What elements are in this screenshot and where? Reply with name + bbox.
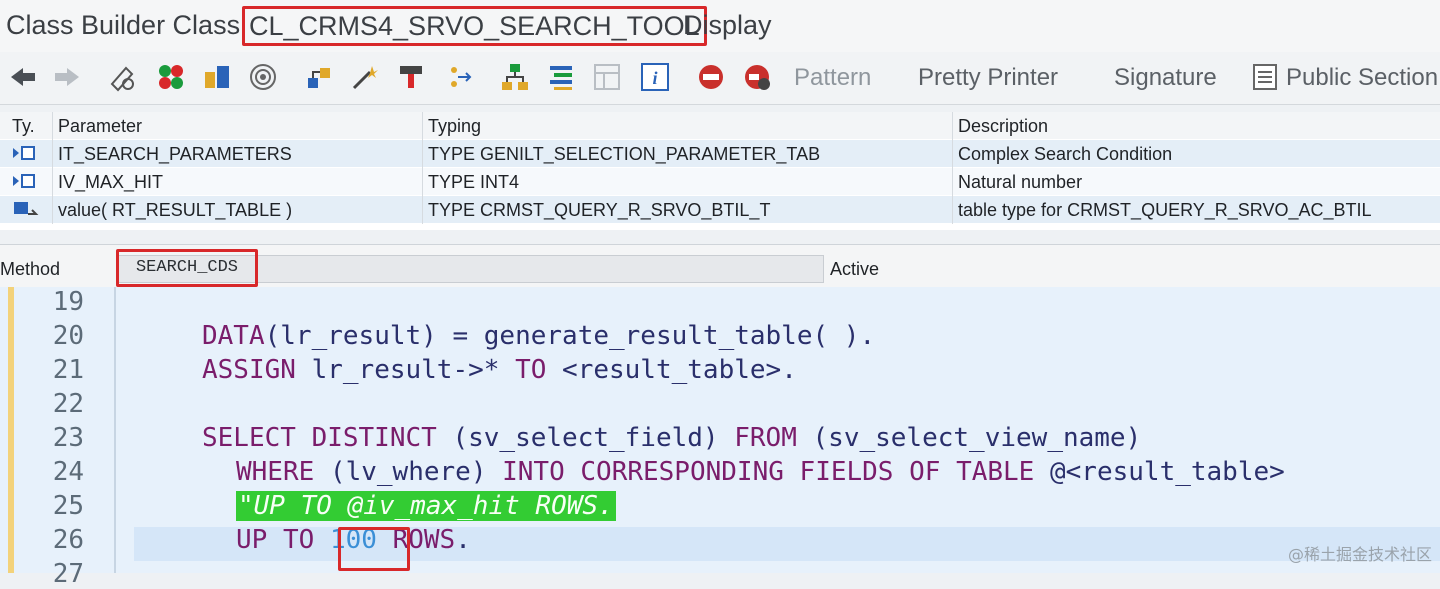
forward-arrow-icon[interactable] [52, 62, 82, 92]
line-number: 23 [52, 423, 84, 453]
method-bar: Method SEARCH_CDS Active [0, 244, 1440, 287]
header-parameter: Parameter [58, 116, 143, 136]
code-line-21: ASSIGN lr_result->* TO <result_table>. [202, 355, 797, 385]
parameter-table: Ty. Parameter Typing Description IT_SEAR… [0, 112, 1440, 230]
code-text: (sv_select_view_name) [796, 423, 1142, 453]
pattern-button[interactable]: Pattern [794, 64, 871, 92]
parameter-name: value( RT_RESULT_TABLE ) [58, 200, 293, 220]
watermark: @稀土掘金技术社区 [1287, 545, 1432, 564]
title-mode: Display [683, 10, 772, 40]
table-row[interactable]: value( RT_RESULT_TABLE ) TYPE CRMST_QUER… [0, 196, 1440, 223]
code-keyword: FROM [734, 423, 797, 453]
header-description: Description [958, 116, 1049, 136]
code-line-24: WHERE (lv_where) INTO CORRESPONDING FIEL… [236, 457, 1285, 487]
returning-icon [12, 200, 40, 218]
code-text: (sv_select_field) [436, 423, 735, 453]
gutter-divider [114, 287, 116, 573]
header-typing: Typing [428, 116, 482, 136]
code-text: (lv_where) [314, 457, 503, 487]
hierarchy-icon[interactable] [500, 62, 530, 92]
title-prefix: Class Builder Class [6, 10, 241, 40]
parameter-typing: TYPE CRMST_QUERY_R_SRVO_BTIL_T [428, 200, 771, 220]
local-types-icon[interactable] [546, 62, 576, 92]
code-keyword: WHERE [236, 457, 315, 487]
parameter-description: table type for CRMST_QUERY_R_SRVO_AC_BTI… [958, 200, 1372, 220]
layout-icon[interactable] [592, 62, 622, 92]
parameter-name: IV_MAX_HIT [58, 172, 164, 192]
code-keyword: SELECT DISTINCT [202, 423, 437, 453]
method-label: Method [0, 259, 61, 279]
code-text: lr_result->* [295, 355, 516, 385]
line-number: 27 [52, 559, 84, 589]
session-breakpoint-icon[interactable] [742, 62, 772, 92]
importing-icon [12, 144, 40, 162]
line-number: 24 [52, 457, 84, 487]
code-keyword: DATA [202, 321, 265, 351]
column-divider [52, 112, 53, 224]
code-line-23: SELECT DISTINCT (sv_select_field) FROM (… [202, 423, 1141, 453]
display-object-list-icon[interactable] [396, 62, 426, 92]
class-name-title: CL_CRMS4_SRVO_SEARCH_TOOL [242, 6, 707, 46]
column-divider [422, 112, 423, 224]
application-toolbar: i Pattern Pretty Printer Signature Publi… [0, 52, 1440, 105]
line-number: 20 [52, 321, 84, 351]
code-keyword: TO [515, 355, 547, 385]
code-line-25: "UP TO @iv_max_hit ROWS. [236, 491, 616, 521]
line-number: 25 [52, 491, 84, 521]
public-section-button[interactable]: Public Section [1286, 64, 1438, 92]
code-comment: "UP TO @iv_max_hit ROWS. [236, 491, 616, 521]
method-name-value: SEARCH_CDS [116, 249, 258, 287]
header-type: Ty. [12, 116, 35, 136]
toggle-display-change-icon[interactable] [108, 62, 138, 92]
pretty-printer-button[interactable]: Pretty Printer [918, 64, 1058, 92]
code-text: <result_table>. [546, 355, 797, 385]
line-number: 19 [52, 287, 84, 317]
highlight-box [338, 527, 410, 571]
column-divider [952, 112, 953, 224]
code-text: @<result_table> [1034, 457, 1285, 487]
importing-icon [12, 172, 40, 190]
other-object-icon[interactable] [156, 62, 186, 92]
svg-text:i: i [652, 68, 657, 88]
code-editor[interactable]: 19 20 21 22 23 24 25 26 27 DATA(lr_resul… [0, 287, 1440, 589]
activate-icon[interactable] [304, 62, 334, 92]
table-row[interactable]: IT_SEARCH_PARAMETERS TYPE GENILT_SELECTI… [0, 140, 1440, 167]
navigation-window-icon[interactable] [444, 62, 474, 92]
parameter-description: Complex Search Condition [958, 144, 1173, 164]
active-inactive-icon[interactable] [202, 62, 232, 92]
parameter-typing: TYPE INT4 [428, 172, 520, 192]
line-number: 22 [52, 389, 84, 419]
parameter-typing: TYPE GENILT_SELECTION_PARAMETER_TAB [428, 144, 821, 164]
line-number: 26 [52, 525, 84, 555]
info-icon[interactable]: i [640, 62, 670, 92]
code-text: (lr_result) = generate_result_table( ). [264, 321, 876, 351]
set-breakpoint-icon[interactable] [696, 62, 726, 92]
code-keyword: INTO CORRESPONDING FIELDS OF TABLE [502, 457, 1035, 487]
code-line-20: DATA(lr_result) = generate_result_table(… [202, 321, 875, 351]
code-keyword: UP TO [236, 525, 315, 555]
where-used-icon[interactable] [350, 62, 380, 92]
change-marker-strip [8, 287, 14, 573]
method-status: Active [830, 259, 880, 279]
code-keyword: ASSIGN [202, 355, 296, 385]
parameter-table-header: Ty. Parameter Typing Description [0, 112, 1440, 139]
line-number: 21 [52, 355, 84, 385]
back-arrow-icon[interactable] [8, 62, 38, 92]
title-bar: Class Builder Class CL_CRMS4_SRVO_SEARCH… [0, 0, 1440, 52]
code-text: . [455, 525, 471, 555]
signature-button[interactable]: Signature [1114, 64, 1217, 92]
public-section-icon[interactable] [1250, 62, 1280, 92]
table-row[interactable]: IV_MAX_HIT TYPE INT4 Natural number [0, 168, 1440, 195]
parameter-description: Natural number [958, 172, 1083, 192]
parameter-name: IT_SEARCH_PARAMETERS [58, 144, 292, 164]
check-icon[interactable] [248, 62, 278, 92]
